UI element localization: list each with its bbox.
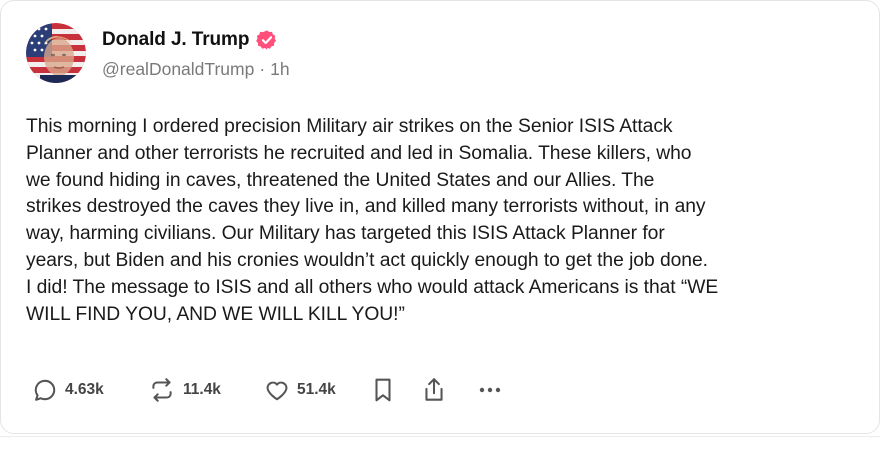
bookmark-button[interactable] (372, 377, 422, 403)
retruth-button[interactable]: 11.4k (148, 377, 264, 403)
post-body-line: This morning I ordered precision Militar… (26, 116, 673, 137)
next-post-edge (0, 436, 880, 455)
reply-bubble-icon (34, 379, 56, 401)
repost-arrows-icon (152, 378, 172, 402)
post-body-line: strikes destroyed the caves they live in… (26, 196, 706, 218)
meta-separator: · (259, 58, 266, 79)
avatar[interactable] (26, 23, 86, 83)
post-body-line: years, but Biden and his cronies wouldn’… (26, 249, 708, 271)
post-timestamp[interactable]: 1h (270, 59, 289, 80)
like-count: 51.4k (297, 381, 336, 398)
name-row: Donald J. Trump (102, 27, 290, 53)
post-body: This morning I ordered precision Militar… (26, 114, 866, 328)
post-body-line: Planner and other terrorists he recruite… (26, 142, 692, 164)
post-body-line: we found hiding in caves, threatened the… (26, 169, 655, 191)
avatar-flag-portrait-icon (26, 23, 86, 83)
post-card: Donald J. Trump @realDonaldTrump · 1h Th… (0, 0, 880, 434)
retruth-count: 11.4k (183, 381, 221, 398)
author-handle[interactable]: @realDonaldTrump (102, 59, 254, 80)
like-button[interactable]: 51.4k (264, 377, 372, 403)
reply-button[interactable]: 4.63k (32, 377, 148, 403)
post-body-line: WILL FIND YOU, AND WE WILL KILL YOU!” (26, 303, 405, 325)
post-body-line: way, harming civilians. Our Military has… (26, 223, 665, 245)
author-display-name[interactable]: Donald J. Trump (102, 29, 249, 51)
action-bar: 4.63k 11.4k 51.4k (32, 375, 518, 405)
more-options-button[interactable] (478, 386, 518, 394)
reply-count: 4.63k (65, 381, 104, 398)
share-upload-icon (425, 378, 443, 401)
heart-icon (266, 381, 288, 401)
post-body-line: I did! The message to ISIS and all other… (26, 276, 719, 298)
meta-row: @realDonaldTrump · 1h (102, 59, 290, 80)
author-block: Donald J. Trump @realDonaldTrump · 1h (102, 27, 290, 80)
share-button[interactable] (422, 376, 478, 404)
more-dots-icon (479, 387, 501, 393)
verified-badge-icon (256, 29, 278, 51)
post-header: Donald J. Trump @realDonaldTrump · 1h (26, 23, 290, 83)
bookmark-icon (375, 378, 391, 402)
